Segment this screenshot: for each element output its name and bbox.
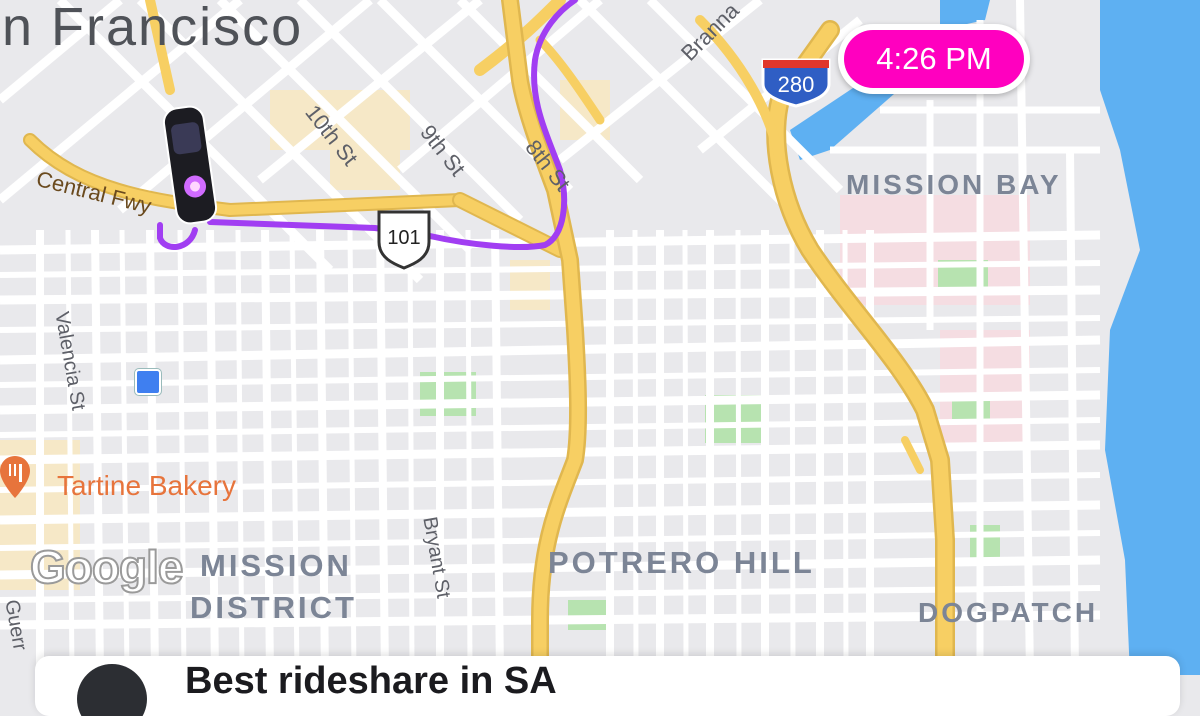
avatar — [77, 664, 147, 716]
eta-pill: 4:26 PM — [838, 24, 1030, 94]
interstate-280-shield: 280 — [761, 58, 831, 108]
eta-time: 4:26 PM — [844, 30, 1024, 88]
google-attribution: Google — [29, 540, 184, 594]
us-101-label: 101 — [387, 227, 420, 249]
bottom-sheet[interactable]: Best rideshare in SA — [35, 656, 1180, 716]
city-label: n Francisco — [2, 0, 304, 57]
sheet-title: Best rideshare in SA — [185, 660, 557, 702]
neighborhood-dogpatch: DOGPATCH — [918, 597, 1099, 628]
us-101-shield: 101 — [377, 210, 431, 270]
transit-station-icon[interactable] — [135, 369, 161, 395]
neighborhood-mission-bay: MISSION BAY — [846, 169, 1062, 200]
neighborhood-potrero-hill: POTRERO HILL — [548, 545, 815, 580]
interstate-280-label: 280 — [778, 72, 815, 97]
poi-label-tartine[interactable]: Tartine Bakery — [57, 470, 236, 502]
restaurant-pin-icon[interactable] — [0, 456, 30, 498]
neighborhood-mission: MISSION — [200, 548, 352, 583]
neighborhood-district: DISTRICT — [190, 590, 357, 625]
